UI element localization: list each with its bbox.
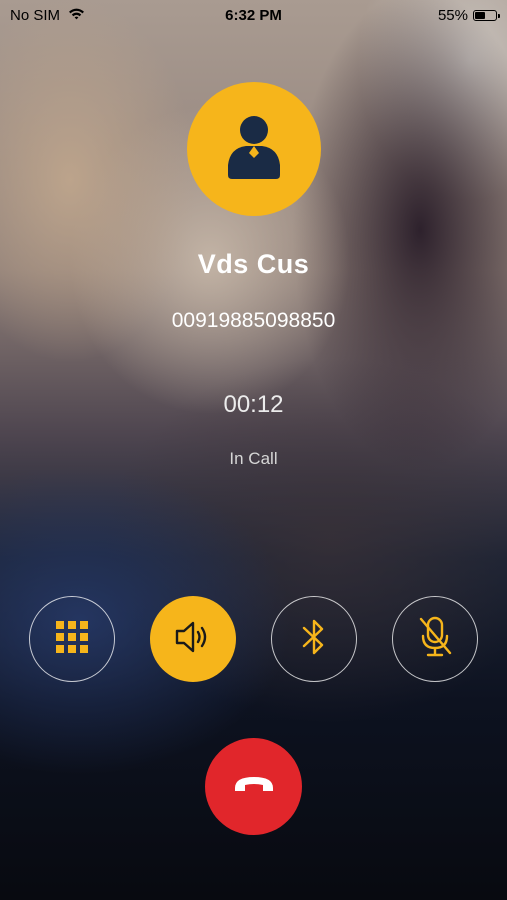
contact-avatar (187, 82, 321, 216)
keypad-icon (54, 619, 90, 660)
status-time: 6:32 PM (225, 7, 282, 24)
bluetooth-button[interactable] (271, 596, 357, 682)
contact-name: Vds Cus (197, 249, 310, 279)
battery-percent: 55% (437, 7, 468, 24)
bluetooth-icon (301, 617, 327, 662)
hang-up-icon (232, 773, 276, 800)
call-duration: 00:12 (223, 391, 284, 418)
status-right: 55% (437, 7, 500, 24)
keypad-button[interactable] (29, 596, 115, 682)
battery-icon (473, 10, 500, 21)
mute-button[interactable] (392, 596, 478, 682)
contact-number: 00919885098850 (171, 309, 336, 332)
status-bar: No SIM 6:32 PM 55% (0, 0, 507, 30)
battery-fill (475, 12, 485, 19)
mute-microphone-icon (416, 615, 454, 664)
speaker-button[interactable] (150, 596, 236, 682)
call-status: In Call (229, 449, 278, 468)
speaker-icon (173, 618, 213, 661)
end-call-button[interactable] (205, 738, 302, 835)
person-icon (224, 113, 284, 186)
